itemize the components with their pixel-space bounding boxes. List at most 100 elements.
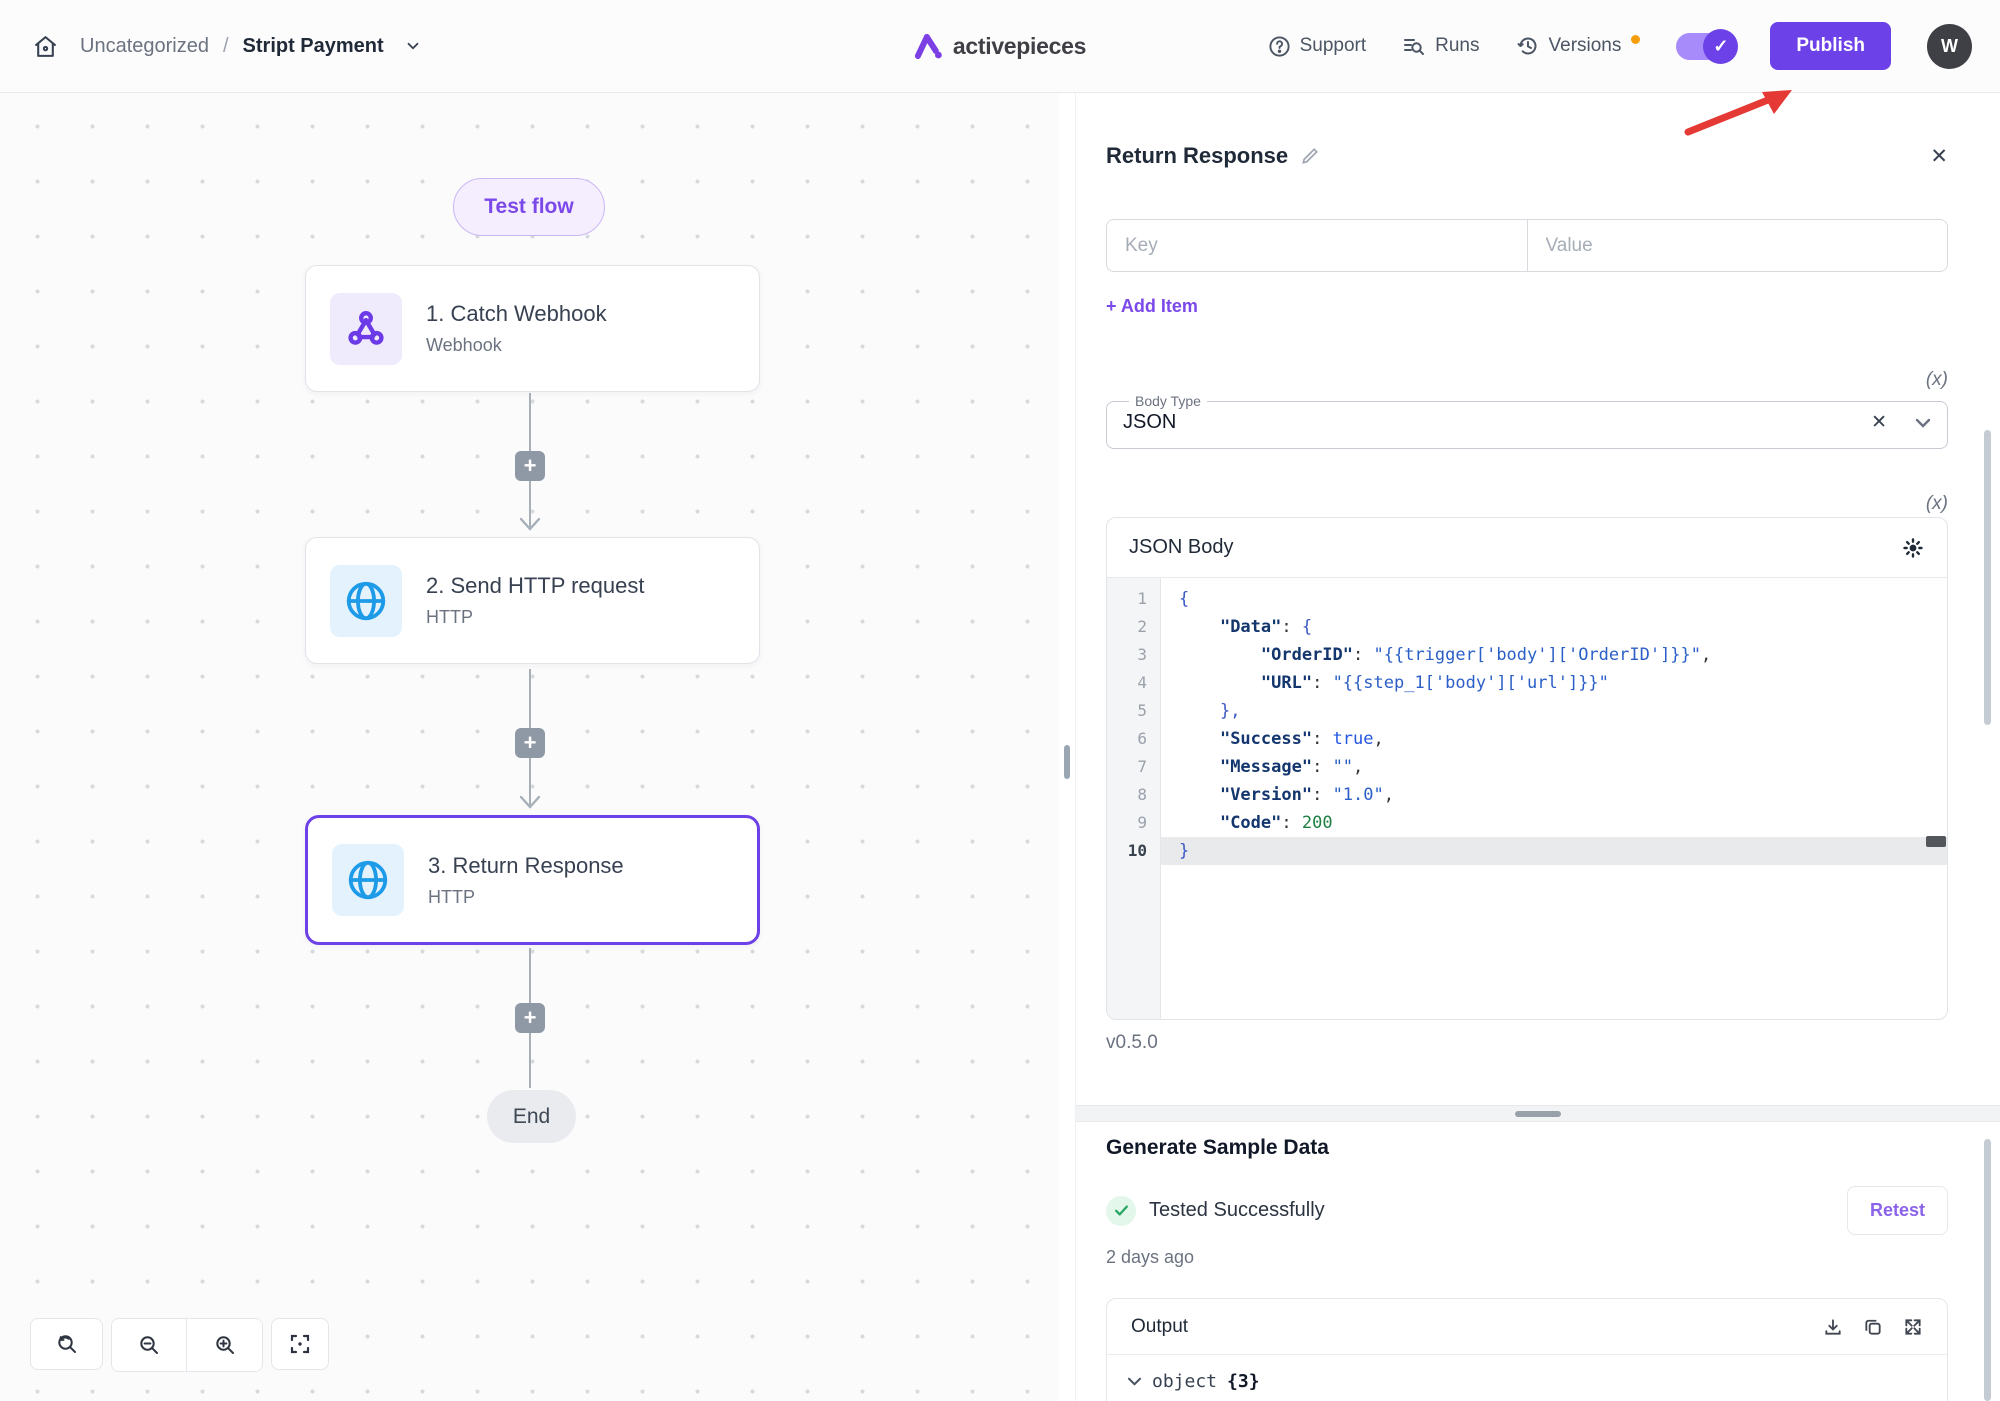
user-avatar[interactable]: W: [1927, 24, 1972, 69]
step-card-send-http[interactable]: 2. Send HTTP request HTTP: [305, 537, 760, 664]
close-panel-button[interactable]: ✕: [1930, 144, 1948, 169]
code-line: 4 "URL": "{{step_1['body']['url']}}": [1107, 669, 1947, 697]
globe-icon: [330, 565, 402, 637]
breadcrumb-flow-name[interactable]: Stript Payment: [243, 35, 384, 58]
support-button[interactable]: Support: [1268, 35, 1367, 58]
versions-unpublished-dot: [1631, 35, 1640, 44]
success-check-icon: [1106, 1196, 1136, 1226]
output-card: Output object: [1106, 1298, 1948, 1401]
code-line: 6 "Success": true,: [1107, 725, 1947, 753]
step-settings-panel: Return Response ✕ + Add Item (x) Body Ty…: [1075, 93, 2000, 1401]
code-line: 8 "Version": "1.0",: [1107, 781, 1947, 809]
breadcrumb: Uncategorized / Stript Payment: [62, 35, 422, 58]
step-card-return-response[interactable]: 3. Return Response HTTP: [305, 815, 760, 945]
panel-scrollbar-thumb[interactable]: [1984, 1139, 1991, 1401]
home-button[interactable]: [28, 29, 62, 63]
body-type-label: Body Type: [1129, 393, 1207, 409]
tree-node-count: {3}: [1227, 1371, 1260, 1392]
key-input[interactable]: [1107, 220, 1528, 271]
edit-pencil-icon[interactable]: [1300, 146, 1320, 166]
add-step-button-2[interactable]: +: [515, 728, 545, 758]
json-body-label: JSON Body: [1129, 536, 1233, 559]
panel-scrollbar-thumb[interactable]: [1984, 430, 1991, 725]
chevron-down-icon[interactable]: [404, 37, 422, 55]
step-subtitle: Webhook: [426, 335, 607, 356]
code-line: 7 "Message": "",: [1107, 753, 1947, 781]
tree-node-type: object: [1152, 1371, 1217, 1392]
zoom-in-button[interactable]: [187, 1319, 262, 1371]
code-line: 1{: [1107, 585, 1947, 613]
divider-drag-handle[interactable]: [1515, 1111, 1561, 1117]
version-history-icon: [1516, 34, 1540, 58]
flow-end-node: End: [487, 1090, 576, 1143]
connector-arrowhead-icon: [519, 517, 541, 531]
breadcrumb-category[interactable]: Uncategorized: [80, 35, 209, 58]
test-flow-button[interactable]: Test flow: [453, 178, 605, 236]
panel-section-divider: [1076, 1105, 2000, 1122]
step-title: 3. Return Response: [428, 853, 624, 879]
headers-key-value-row: [1106, 219, 1948, 272]
canvas-controls: [30, 1318, 329, 1372]
piece-version-label: v0.5.0: [1106, 1032, 1948, 1054]
publish-button[interactable]: Publish: [1770, 22, 1891, 70]
panel-resize-handle[interactable]: [1064, 745, 1070, 779]
runs-list-search-icon: [1402, 34, 1426, 58]
toggle-check-icon: ✓: [1703, 29, 1738, 64]
globe-icon: [332, 844, 404, 916]
runs-button[interactable]: Runs: [1402, 34, 1479, 58]
last-tested-time: 2 days ago: [1106, 1247, 1948, 1268]
json-code-editor[interactable]: 1{2 "Data": {3 "OrderID": "{{trigger['bo…: [1107, 578, 1947, 1019]
json-body-editor-card: JSON Body 1{2 "Data": {3 "OrderID": "{{t…: [1106, 517, 1948, 1020]
retest-button[interactable]: Retest: [1847, 1186, 1948, 1235]
fit-view-button[interactable]: [271, 1318, 329, 1370]
brand-logo: activepieces: [914, 32, 1086, 60]
versions-label: Versions: [1549, 35, 1622, 57]
body-type-value: JSON: [1123, 411, 1176, 434]
ai-sparkle-icon[interactable]: [1901, 536, 1925, 560]
activepieces-logo-icon: [914, 32, 944, 60]
dynamic-value-fx-button[interactable]: (x): [1106, 369, 1948, 391]
value-input[interactable]: [1528, 220, 1948, 271]
runs-label: Runs: [1435, 35, 1479, 57]
output-label: Output: [1131, 1316, 1188, 1338]
expand-icon[interactable]: [1903, 1317, 1923, 1337]
return-response-settings: Return Response ✕ + Add Item (x) Body Ty…: [1076, 93, 2000, 1105]
brand-name: activepieces: [953, 33, 1086, 60]
step-title: 2. Send HTTP request: [426, 573, 645, 599]
webhook-icon: [330, 293, 402, 365]
step-card-catch-webhook[interactable]: 1. Catch Webhook Webhook: [305, 265, 760, 392]
add-item-link[interactable]: + Add Item: [1106, 296, 1198, 317]
code-line: 2 "Data": {: [1107, 613, 1947, 641]
code-lines: 1{2 "Data": {3 "OrderID": "{{trigger['bo…: [1107, 578, 1947, 865]
add-step-button-3[interactable]: +: [515, 1003, 545, 1033]
panel-resize-gutter[interactable]: [1059, 93, 1075, 1401]
code-line: 9 "Code": 200: [1107, 809, 1947, 837]
top-navbar: Uncategorized / Stript Payment activepie…: [0, 0, 2000, 93]
sample-data-title: Generate Sample Data: [1106, 1136, 1948, 1160]
zoom-out-button[interactable]: [112, 1319, 187, 1371]
home-icon: [33, 34, 58, 59]
versions-button[interactable]: Versions: [1516, 34, 1622, 58]
code-line: 5 },: [1107, 697, 1947, 725]
clear-selection-button[interactable]: ✕: [1861, 411, 1897, 434]
generate-sample-data-section: Generate Sample Data Tested Successfully…: [1076, 1122, 2000, 1401]
download-icon[interactable]: [1823, 1317, 1843, 1337]
add-step-button-1[interactable]: +: [515, 451, 545, 481]
dynamic-value-fx-button[interactable]: (x): [1106, 493, 1948, 515]
breadcrumb-separator: /: [223, 35, 229, 58]
zoom-reset-button[interactable]: [30, 1318, 103, 1370]
flow-canvas[interactable]: Test flow 1. Catch Webhook Webhook +: [0, 93, 1059, 1401]
flow-enabled-toggle[interactable]: ✓: [1676, 33, 1734, 60]
panel-title: Return Response: [1106, 143, 1288, 169]
step-title: 1. Catch Webhook: [426, 301, 607, 327]
chevron-down-icon: [1127, 1376, 1142, 1387]
body-type-select[interactable]: Body Type JSON ✕: [1106, 393, 1948, 449]
copy-icon[interactable]: [1863, 1317, 1883, 1337]
editor-scrollbar-thumb[interactable]: [1926, 836, 1946, 847]
step-subtitle: HTTP: [426, 607, 645, 628]
dropdown-caret-icon[interactable]: [1915, 417, 1931, 429]
connector-arrowhead-icon: [519, 795, 541, 809]
output-tree-root[interactable]: object {3}: [1107, 1355, 1947, 1401]
tested-status-label: Tested Successfully: [1149, 1199, 1325, 1222]
code-line: 3 "OrderID": "{{trigger['body']['OrderID…: [1107, 641, 1947, 669]
